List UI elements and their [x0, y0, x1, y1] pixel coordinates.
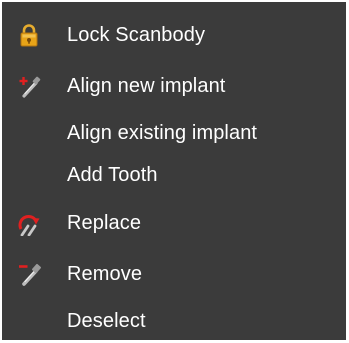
menu-item-label: Replace	[67, 212, 142, 234]
menu-item-lock-scanbody[interactable]: Lock Scanbody	[2, 15, 346, 55]
context-menu: Lock Scanbody Align new implant Align ex…	[2, 2, 346, 340]
menu-item-align-new-implant[interactable]: Align new implant	[2, 66, 346, 106]
menu-item-label: Remove	[67, 263, 143, 285]
menu-item-label: Align new implant	[67, 75, 226, 97]
lock-icon	[16, 22, 42, 48]
remove-implant-icon	[16, 261, 42, 287]
menu-item-deselect[interactable]: Deselect	[2, 301, 346, 341]
menu-item-label: Lock Scanbody	[67, 24, 206, 46]
menu-item-label: Add Tooth	[67, 164, 158, 186]
menu-item-label: Align existing implant	[67, 122, 258, 144]
replace-arrow-icon	[16, 210, 42, 236]
menu-item-remove[interactable]: Remove	[2, 254, 346, 294]
menu-item-align-existing-implant[interactable]: Align existing implant	[2, 113, 346, 153]
menu-item-add-tooth[interactable]: Add Tooth	[2, 155, 346, 195]
menu-item-replace[interactable]: Replace	[2, 203, 346, 243]
add-implant-icon	[16, 73, 42, 99]
menu-item-label: Deselect	[67, 310, 146, 332]
